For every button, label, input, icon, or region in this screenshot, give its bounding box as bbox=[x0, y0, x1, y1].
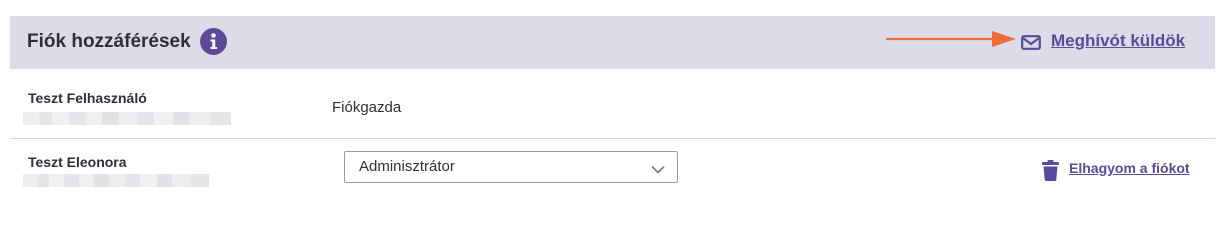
account-row: Teszt Eleonora Adminisztrátor Elhagyom a… bbox=[10, 139, 1215, 201]
redacted-email bbox=[23, 174, 209, 187]
leave-account-label: Elhagyom a fiókot bbox=[1069, 160, 1190, 176]
section-title: Fiók hozzáférések bbox=[27, 31, 191, 52]
chevron-down-icon bbox=[651, 161, 665, 179]
redacted-email bbox=[23, 112, 231, 125]
account-role: Fiókgazda bbox=[332, 99, 402, 116]
section-header: Fiók hozzáférések Meghívót küldök bbox=[10, 16, 1215, 69]
role-select-value: Adminisztrátor bbox=[359, 158, 455, 175]
annotation-arrow bbox=[886, 30, 1016, 55]
info-icon[interactable] bbox=[200, 28, 227, 55]
trash-icon bbox=[1042, 160, 1059, 186]
send-invite-label: Meghívót küldök bbox=[1051, 31, 1186, 50]
account-name: Teszt Felhasználó bbox=[28, 90, 147, 106]
account-name: Teszt Eleonora bbox=[28, 154, 127, 170]
mail-icon bbox=[1021, 35, 1041, 55]
account-row: Teszt Felhasználó Fiókgazda bbox=[10, 69, 1215, 139]
role-select[interactable]: Adminisztrátor bbox=[344, 151, 678, 183]
